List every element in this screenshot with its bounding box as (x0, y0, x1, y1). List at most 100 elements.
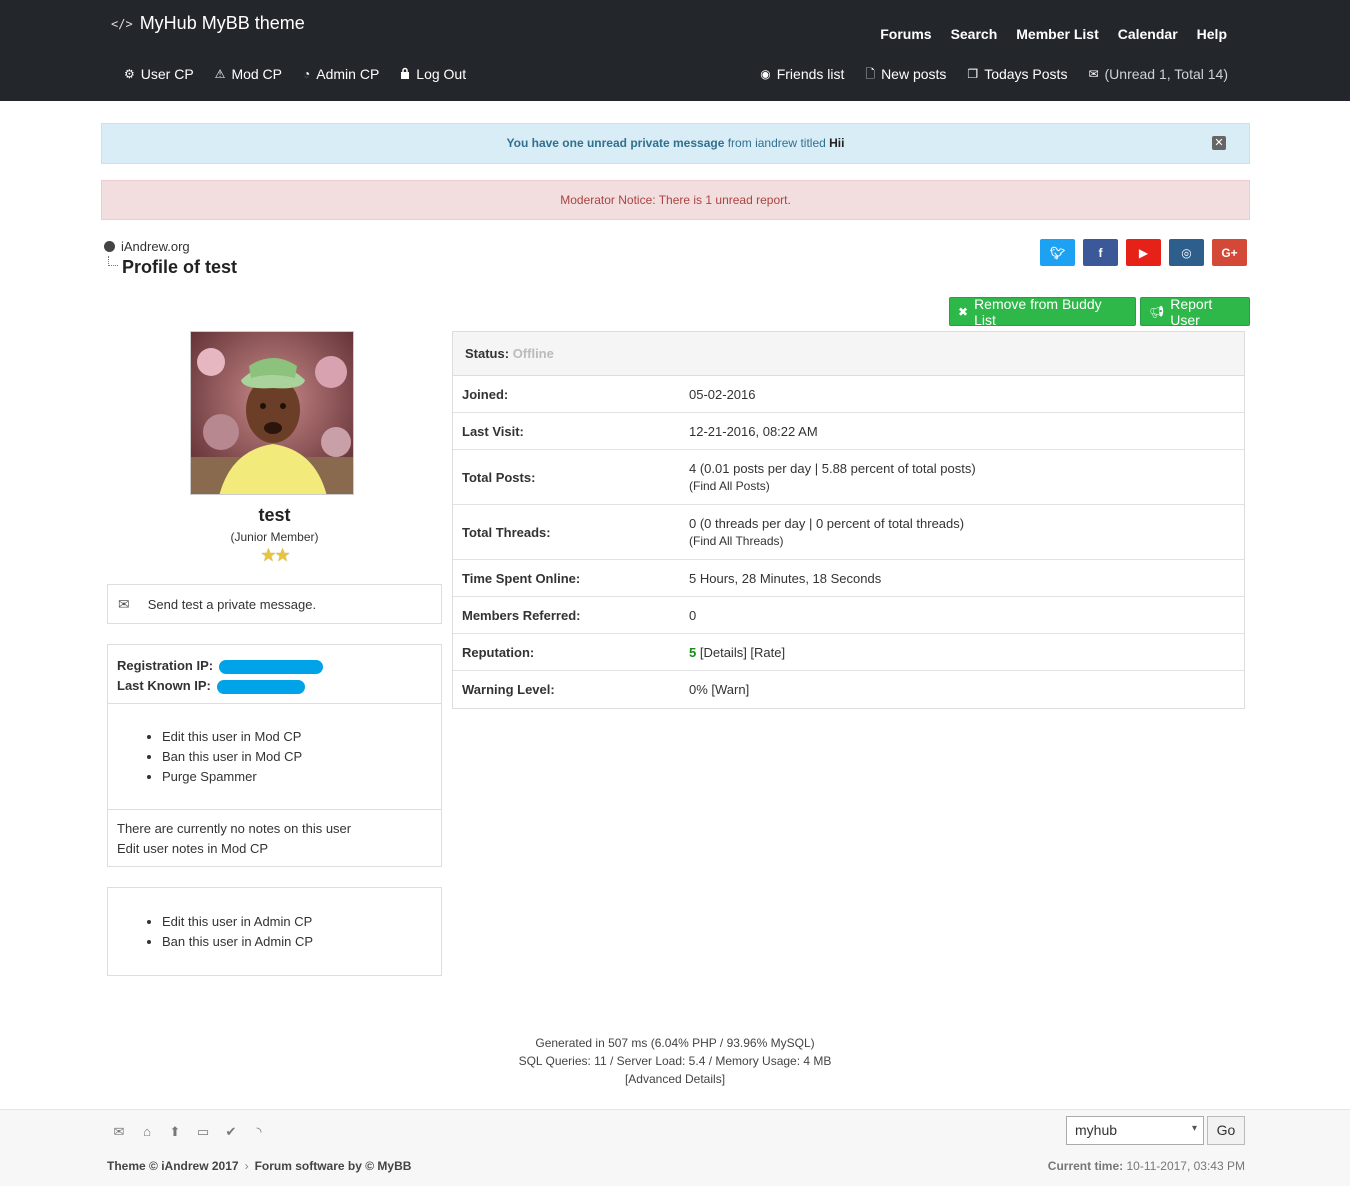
profile-username: test (258, 505, 291, 525)
pm-alert-title[interactable]: Hii (829, 136, 844, 150)
status-row: Status: Offline (453, 332, 1244, 376)
nav-help[interactable]: Help (1197, 26, 1227, 42)
credit-separator: › (244, 1159, 249, 1173)
user-notes: There are currently no notes on this use… (108, 809, 441, 868)
pm-alert-from: from (727, 136, 752, 150)
remove-buddy-button[interactable]: ✖ Remove from Buddy List (949, 296, 1136, 328)
report-user-label: Report User (1170, 295, 1213, 328)
admin-cp-link[interactable]: ◔ Admin CP (303, 66, 379, 82)
dashboard-icon: ◔ (303, 67, 311, 81)
advanced-details-link[interactable]: [Advanced Details] (0, 1070, 1350, 1088)
mod-cp-link[interactable]: ⚠ Mod CP (215, 66, 282, 82)
nav-forums[interactable]: Forums (880, 26, 931, 42)
google-plus-icon[interactable]: G+ (1212, 239, 1247, 266)
youtube-icon[interactable]: ▶ (1126, 239, 1161, 266)
pm-alert-sender[interactable]: iandrew (755, 136, 797, 150)
total-posts-value: 4 (0.01 posts per day | 5.88 percent of … (689, 461, 976, 476)
friends-list-link[interactable]: ◉ Friends list (760, 66, 844, 82)
reputation-line: 5 [Details] [Rate] (689, 645, 1244, 660)
instagram-icon[interactable]: ◎ (1169, 239, 1204, 266)
envelope-icon: ✉ (118, 596, 130, 612)
mod-cp-label: Mod CP (231, 66, 283, 82)
edit-user-modcp-link[interactable]: Edit this user in Mod CP (162, 727, 441, 747)
twitter-icon[interactable]: 🐦︎ (1040, 239, 1075, 266)
mybb-credit-link[interactable]: Forum software by © MyBB (255, 1159, 412, 1173)
go-button[interactable]: Go (1207, 1116, 1245, 1145)
close-icon[interactable]: ✕ (1212, 136, 1226, 150)
home-icon[interactable]: ⌂ (140, 1124, 154, 1140)
todays-posts-link[interactable]: ❐ Todays Posts (967, 66, 1067, 82)
time-online-value: 5 Hours, 28 Minutes, 18 Seconds (689, 570, 882, 586)
nav-search[interactable]: Search (951, 26, 998, 42)
table-row: Last Visit: 12-21-2016, 08:22 AM (453, 413, 1244, 450)
envelope-icon: ✉ (1088, 67, 1099, 81)
header: </> MyHub MyBB theme Forums Search Membe… (0, 0, 1350, 101)
envelope-icon[interactable]: ✉ (112, 1124, 126, 1140)
theme-select[interactable]: myhub ▾ (1066, 1116, 1204, 1145)
profile-usertitle: (Junior Member) (230, 530, 319, 544)
brand-link[interactable]: </> MyHub MyBB theme (111, 13, 305, 34)
find-all-posts-link[interactable]: (Find All Posts) (689, 479, 1244, 493)
reputation-links[interactable]: [Details] [Rate] (700, 645, 785, 660)
user-nav: ⚙ User CP ⚠ Mod CP ◔ Admin CP Log Out (124, 66, 466, 82)
edit-user-admincp-link[interactable]: Edit this user in Admin CP (162, 912, 441, 932)
joined-value: 05-02-2016 (689, 386, 756, 402)
desktop-icon[interactable]: ▭ (196, 1124, 210, 1140)
copy-icon: ❐ (967, 67, 979, 81)
social-links: 🐦︎ f ▶ ◎ G+ (1040, 239, 1247, 266)
user-cp-link[interactable]: ⚙ User CP (124, 66, 194, 82)
total-posts-label: Total Posts: (462, 469, 536, 485)
file-icon: 🗋 (865, 67, 876, 81)
user-circle-icon: ◉ (760, 67, 771, 81)
edit-notes-link[interactable]: Edit user notes in Mod CP (117, 839, 432, 859)
logout-link[interactable]: Log Out (400, 66, 466, 82)
current-time-value: 10-11-2017, 03:43 PM (1126, 1159, 1245, 1173)
last-visit-value: 12-21-2016, 08:22 AM (689, 423, 818, 439)
table-row: Time Spent Online: 5 Hours, 28 Minutes, … (453, 560, 1244, 597)
total-threads-value: 0 (0 threads per day | 0 percent of tota… (689, 516, 965, 531)
total-threads-label: Total Threads: (462, 524, 551, 540)
pm-alert-link[interactable]: You have one unread private message (507, 136, 725, 150)
nav-member-list[interactable]: Member List (1016, 26, 1098, 42)
new-posts-link[interactable]: 🗋 New posts (865, 66, 946, 82)
footer-credits: Theme © iAndrew 2017 › Forum software by ©… (107, 1159, 411, 1173)
admin-links-list: Edit this user in Admin CP Ban this user… (108, 888, 441, 952)
facebook-icon[interactable]: f (1083, 239, 1118, 266)
send-pm-link[interactable]: Send test a private message. (148, 597, 316, 612)
breadcrumb-site-link[interactable]: iAndrew.org (121, 239, 190, 254)
new-posts-label: New posts (881, 66, 947, 82)
brand-title: MyHub MyBB theme (139, 13, 305, 33)
table-row: Warning Level: 0% [Warn] (453, 671, 1244, 708)
debug-info: Generated in 507 ms (6.04% PHP / 93.96% … (0, 1034, 1350, 1088)
reputation-value[interactable]: 5 (689, 645, 696, 660)
ban-user-admincp-link[interactable]: Ban this user in Admin CP (162, 932, 441, 952)
ban-user-modcp-link[interactable]: Ban this user in Mod CP (162, 747, 441, 767)
globe-icon (104, 241, 115, 252)
arrow-up-circle-icon[interactable]: ⬆ (168, 1124, 182, 1140)
theme-credit-link[interactable]: Theme © iAndrew 2017 (107, 1159, 239, 1173)
top-nav: Forums Search Member List Calendar Help (880, 26, 1227, 42)
status-value: Offline (512, 346, 554, 361)
purge-spammer-link[interactable]: Purge Spammer (162, 767, 441, 787)
check-icon[interactable]: ✔ (224, 1124, 238, 1140)
footer-icons: ✉ ⌂ ⬆ ▭ ✔ ◝ (112, 1124, 266, 1140)
user-stars: ★★ (260, 545, 290, 565)
profile-details-table: Status: Offline Joined: 05-02-2016 Last … (452, 331, 1245, 709)
ip-info: Registration IP: Last Known IP: (108, 645, 441, 704)
current-time-label: Current time: (1047, 1159, 1124, 1173)
send-pm-box[interactable]: ✉ Send test a private message. (107, 584, 442, 624)
right-nav: ◉ Friends list 🗋 New posts ❐ Todays Post… (760, 66, 1228, 82)
find-all-threads-link[interactable]: (Find All Threads) (689, 534, 1244, 548)
logout-label: Log Out (416, 66, 467, 82)
referred-value: 0 (689, 607, 697, 623)
mod-options-box: Registration IP: Last Known IP: Edit thi… (107, 644, 442, 867)
warning-value[interactable]: 0% [Warn] (689, 682, 1244, 697)
times-icon: ✖ (958, 304, 969, 319)
nav-calendar[interactable]: Calendar (1118, 26, 1178, 42)
mod-notice-alert[interactable]: Moderator Notice: There is 1 unread repo… (101, 180, 1250, 220)
rss-icon[interactable]: ◝ (252, 1124, 266, 1140)
avatar (190, 331, 354, 495)
private-messages-link[interactable]: ✉ (Unread 1, Total 14) (1088, 66, 1228, 82)
mod-notice-text: Moderator Notice: There is 1 unread repo… (560, 193, 791, 207)
report-user-button[interactable]: 📢︎ Report User (1140, 295, 1250, 328)
